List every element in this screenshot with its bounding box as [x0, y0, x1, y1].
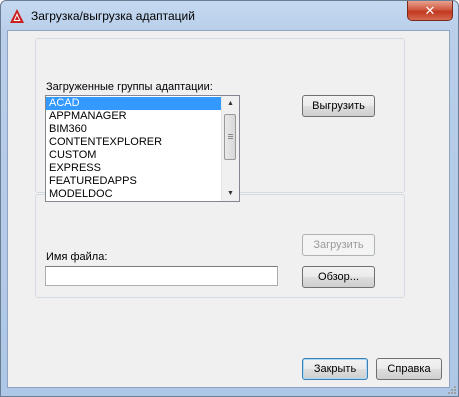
list-item[interactable]: CONTENTEXPLORER — [46, 136, 222, 149]
listbox-scrollbar[interactable]: ▲ ▼ — [221, 96, 239, 201]
scrollbar-thumb[interactable] — [224, 114, 236, 160]
groups-listbox[interactable]: ACAD APPMANAGER BIM360 CONTENTEXPLORER CUSTO… — [45, 95, 240, 202]
list-item[interactable]: BIM360 — [46, 123, 222, 136]
resize-grip-icon[interactable] — [447, 385, 457, 395]
list-item[interactable]: FEATUREDAPPS — [46, 175, 222, 188]
scroll-down-arrow-icon[interactable]: ▼ — [222, 186, 239, 201]
list-item[interactable]: ACAD — [46, 97, 222, 110]
autocad-logo-icon — [10, 9, 24, 23]
title-bar[interactable]: Загрузка/выгрузка адаптаций — [1, 1, 458, 29]
scroll-up-arrow-icon[interactable]: ▲ — [222, 96, 239, 111]
list-item[interactable]: APPMANAGER — [46, 110, 222, 123]
groups-list: ACAD APPMANAGER BIM360 CONTENTEXPLORER CUSTO… — [46, 97, 222, 201]
groups-label: Загруженные группы адаптации: — [46, 81, 213, 93]
browse-button[interactable]: Обзор... — [302, 266, 375, 288]
close-icon: ✕ — [424, 2, 436, 18]
window-close-button[interactable]: ✕ — [407, 1, 453, 21]
unload-button[interactable]: Выгрузить — [302, 95, 375, 117]
list-item[interactable]: CUSTOM — [46, 149, 222, 162]
help-button[interactable]: Справка — [376, 358, 442, 380]
file-name-label: Имя файла: — [46, 251, 108, 263]
file-name-field[interactable] — [45, 266, 278, 286]
list-item[interactable]: EXPRESS — [46, 162, 222, 175]
close-button[interactable]: Закрыть — [302, 358, 368, 380]
list-item[interactable]: MODELDOC — [46, 188, 222, 201]
load-button[interactable]: Загрузить — [302, 234, 375, 256]
window-title: Загрузка/выгрузка адаптаций — [31, 9, 195, 23]
